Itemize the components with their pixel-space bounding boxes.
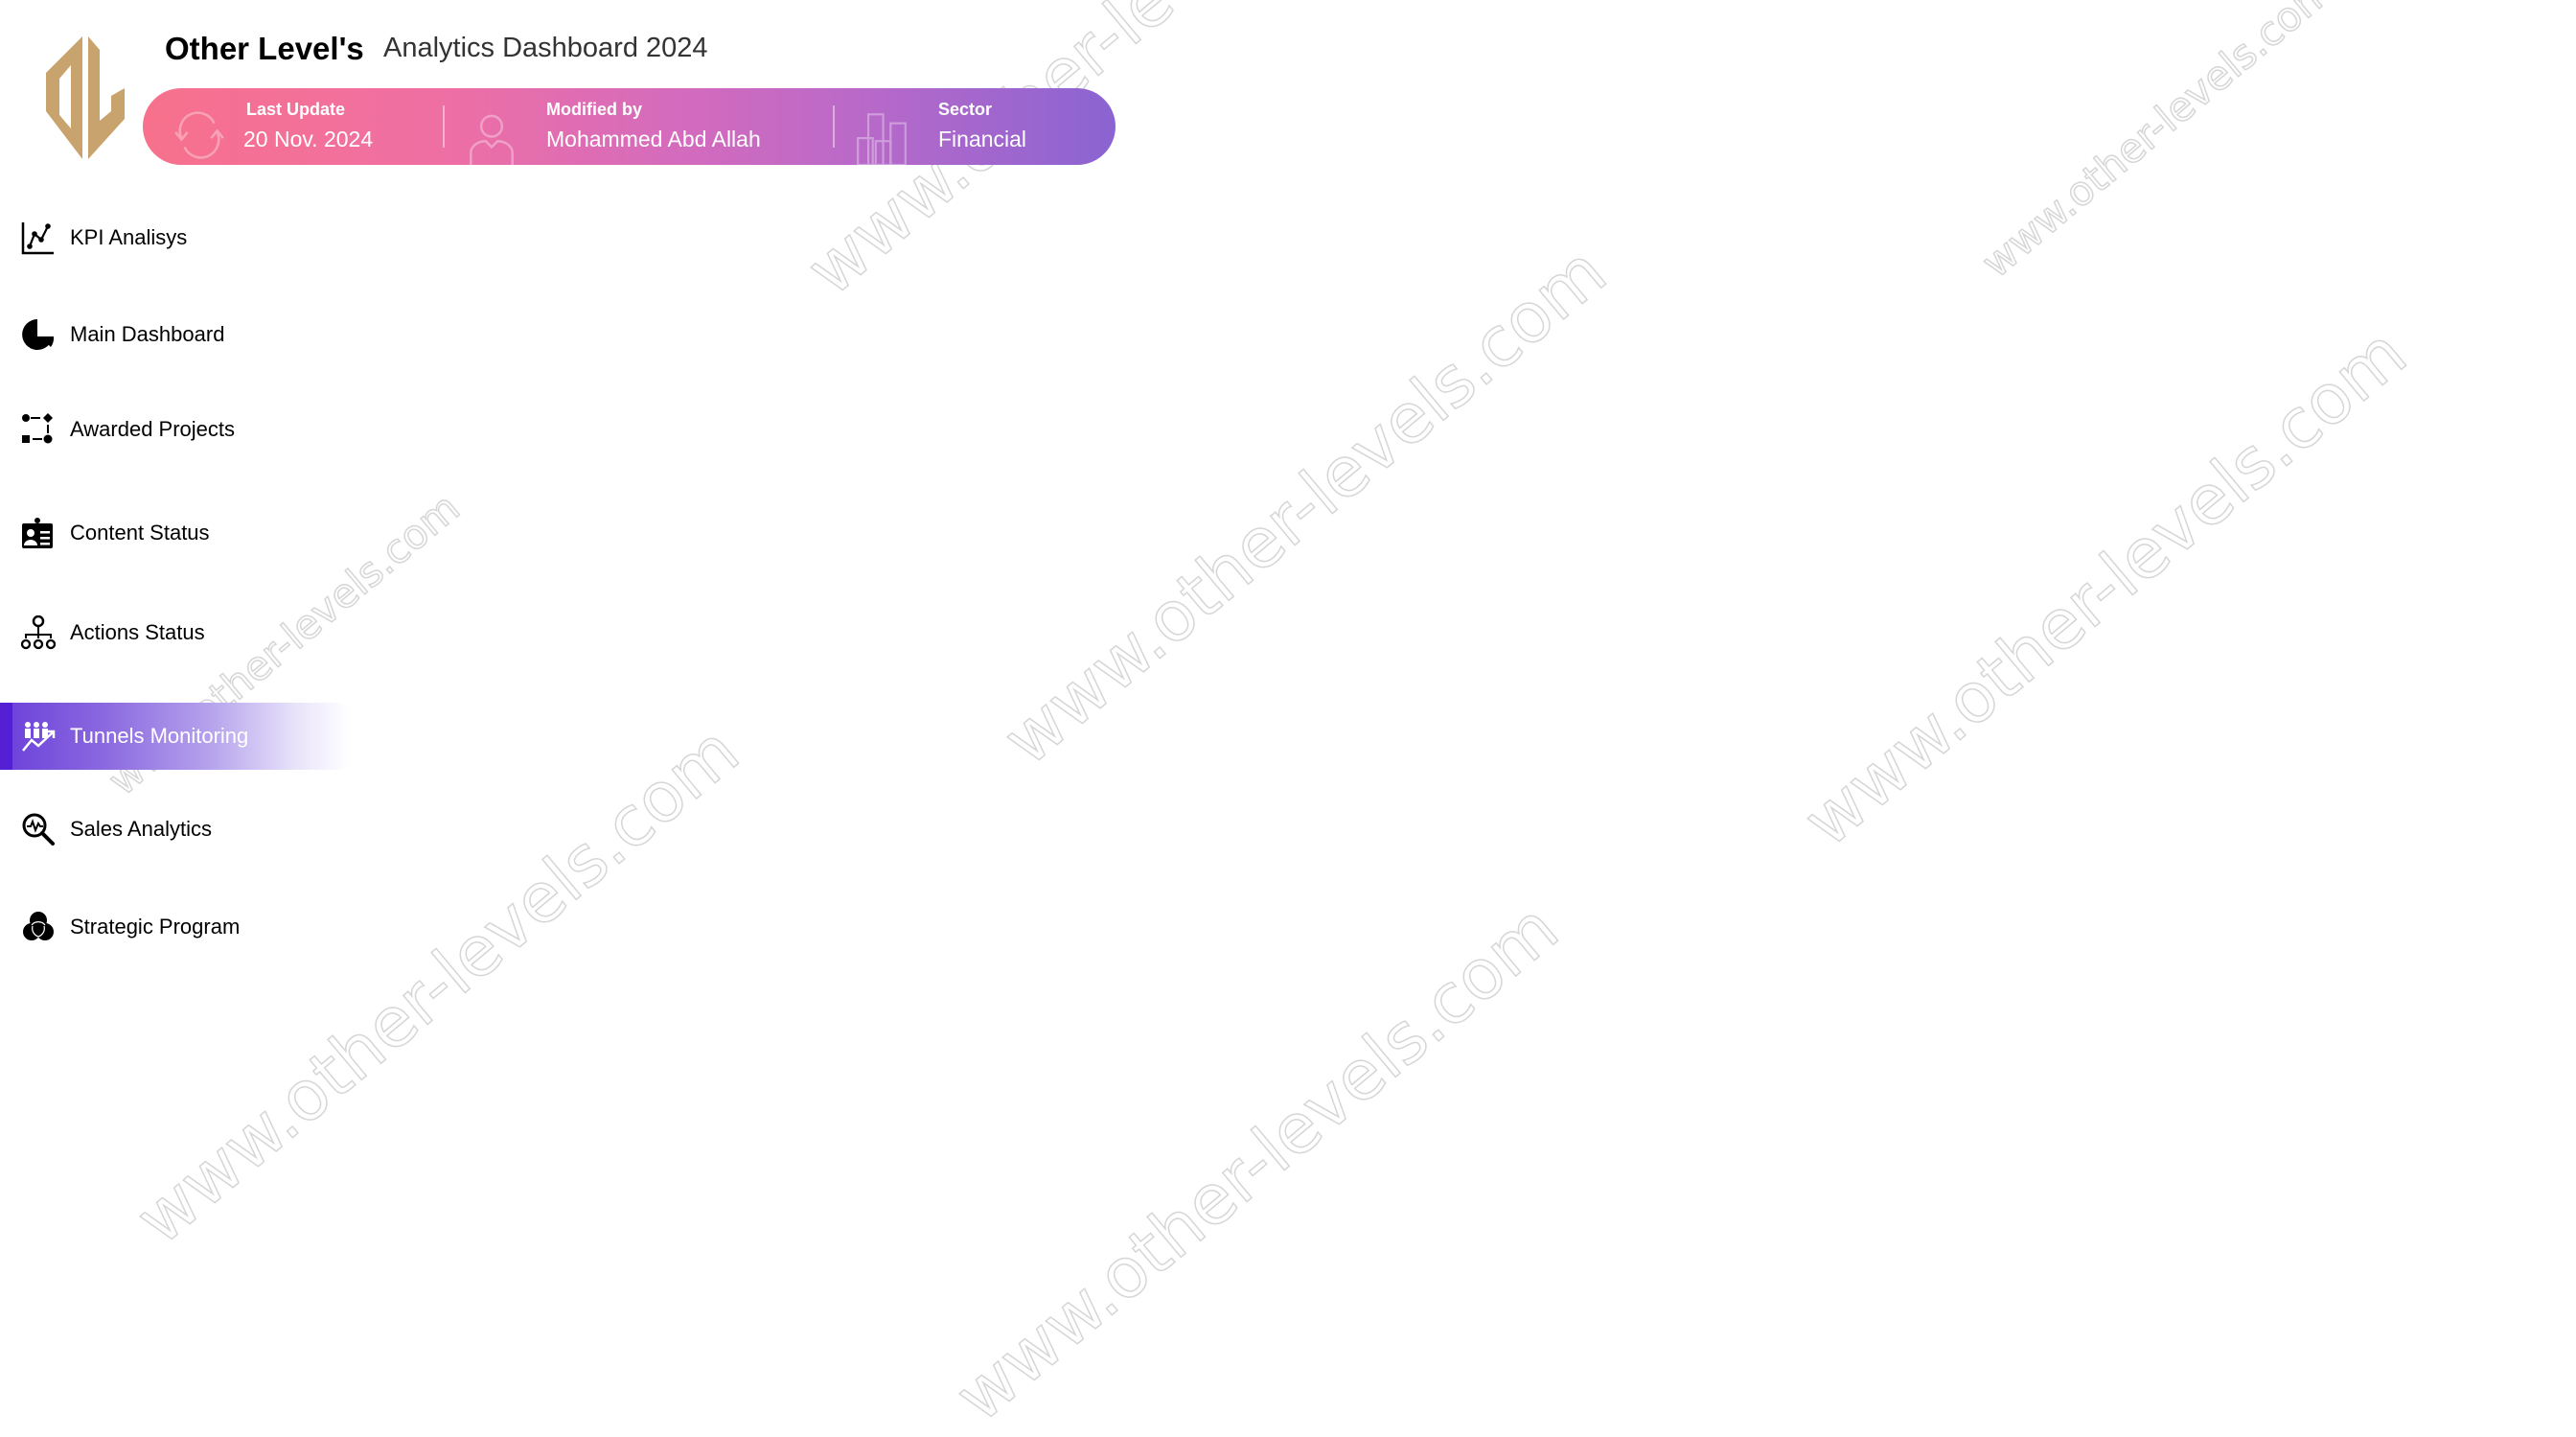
watermark: www.other-levels.com [1972, 0, 2343, 288]
ol-monogram-logo [46, 36, 125, 159]
info-sector: Sector Financial [835, 88, 1116, 165]
info-value: Financial [938, 127, 1027, 151]
info-value: Mohammed Abd Allah [546, 127, 761, 151]
watermark: www.other-levels.com [120, 709, 754, 1261]
user-icon [470, 114, 514, 165]
sidebar-item-label: Main Dashboard [70, 322, 225, 346]
sidebar-item-sales-analytics[interactable]: Sales Analytics [0, 796, 350, 863]
sidebar-item-actions-status[interactable]: Actions Status [0, 599, 350, 666]
sidebar-item-label: Tunnels Monitoring [70, 724, 249, 748]
sidebar-item-content-status[interactable]: Content Status [0, 499, 350, 567]
search-analytics-icon [22, 813, 55, 846]
sidebar-item-label: Awarded Projects [70, 417, 236, 441]
watermark: www.other-levels.com [939, 887, 1574, 1437]
watermark: www.other-levels.com [1787, 312, 2422, 863]
info-label: Sector [938, 100, 993, 119]
sidebar-item-kpi-analysis[interactable]: KPI Analisys [0, 204, 350, 271]
sidebar-item-awarded-projects[interactable]: Awarded Projects [0, 396, 350, 463]
sidebar-item-label: Actions Status [70, 620, 205, 644]
sidebar-item-label: Strategic Program [70, 915, 241, 939]
info-label: Last Update [246, 100, 346, 119]
brand-title: Other Level's [165, 31, 364, 66]
info-value: 20 Nov. 2024 [243, 127, 374, 151]
sidebar-item-strategic-program[interactable]: Strategic Program [0, 893, 350, 961]
sidebar-item-tunnels-monitoring[interactable]: Tunnels Monitoring [0, 703, 350, 770]
sidebar-item-main-dashboard[interactable]: Main Dashboard [0, 301, 350, 368]
id-card-icon [22, 518, 53, 548]
team-growth-icon [22, 722, 56, 752]
buildings-icon [857, 113, 907, 165]
watermark: www.other-levels.com [987, 230, 1622, 781]
dashboard-subtitle: Analytics Dashboard 2024 [383, 33, 708, 63]
sidebar-item-label: KPI Analisys [70, 225, 188, 249]
refresh-icon [174, 111, 224, 159]
info-label: Modified by [546, 100, 642, 119]
sidebar-item-label: Content Status [70, 521, 210, 545]
sidebar-item-label: Sales Analytics [70, 817, 212, 841]
pie-chart-icon [22, 319, 55, 350]
info-modified-by: Modified by Mohammed Abd Allah [445, 88, 833, 165]
venn-icon [23, 912, 54, 940]
info-last-update: Last Update 20 Nov. 2024 [143, 88, 443, 165]
org-chart-icon [21, 615, 56, 650]
workflow-icon [22, 413, 53, 444]
line-chart-icon [21, 222, 54, 255]
info-bar: Last Update 20 Nov. 2024 Modified by Moh… [143, 88, 1116, 165]
